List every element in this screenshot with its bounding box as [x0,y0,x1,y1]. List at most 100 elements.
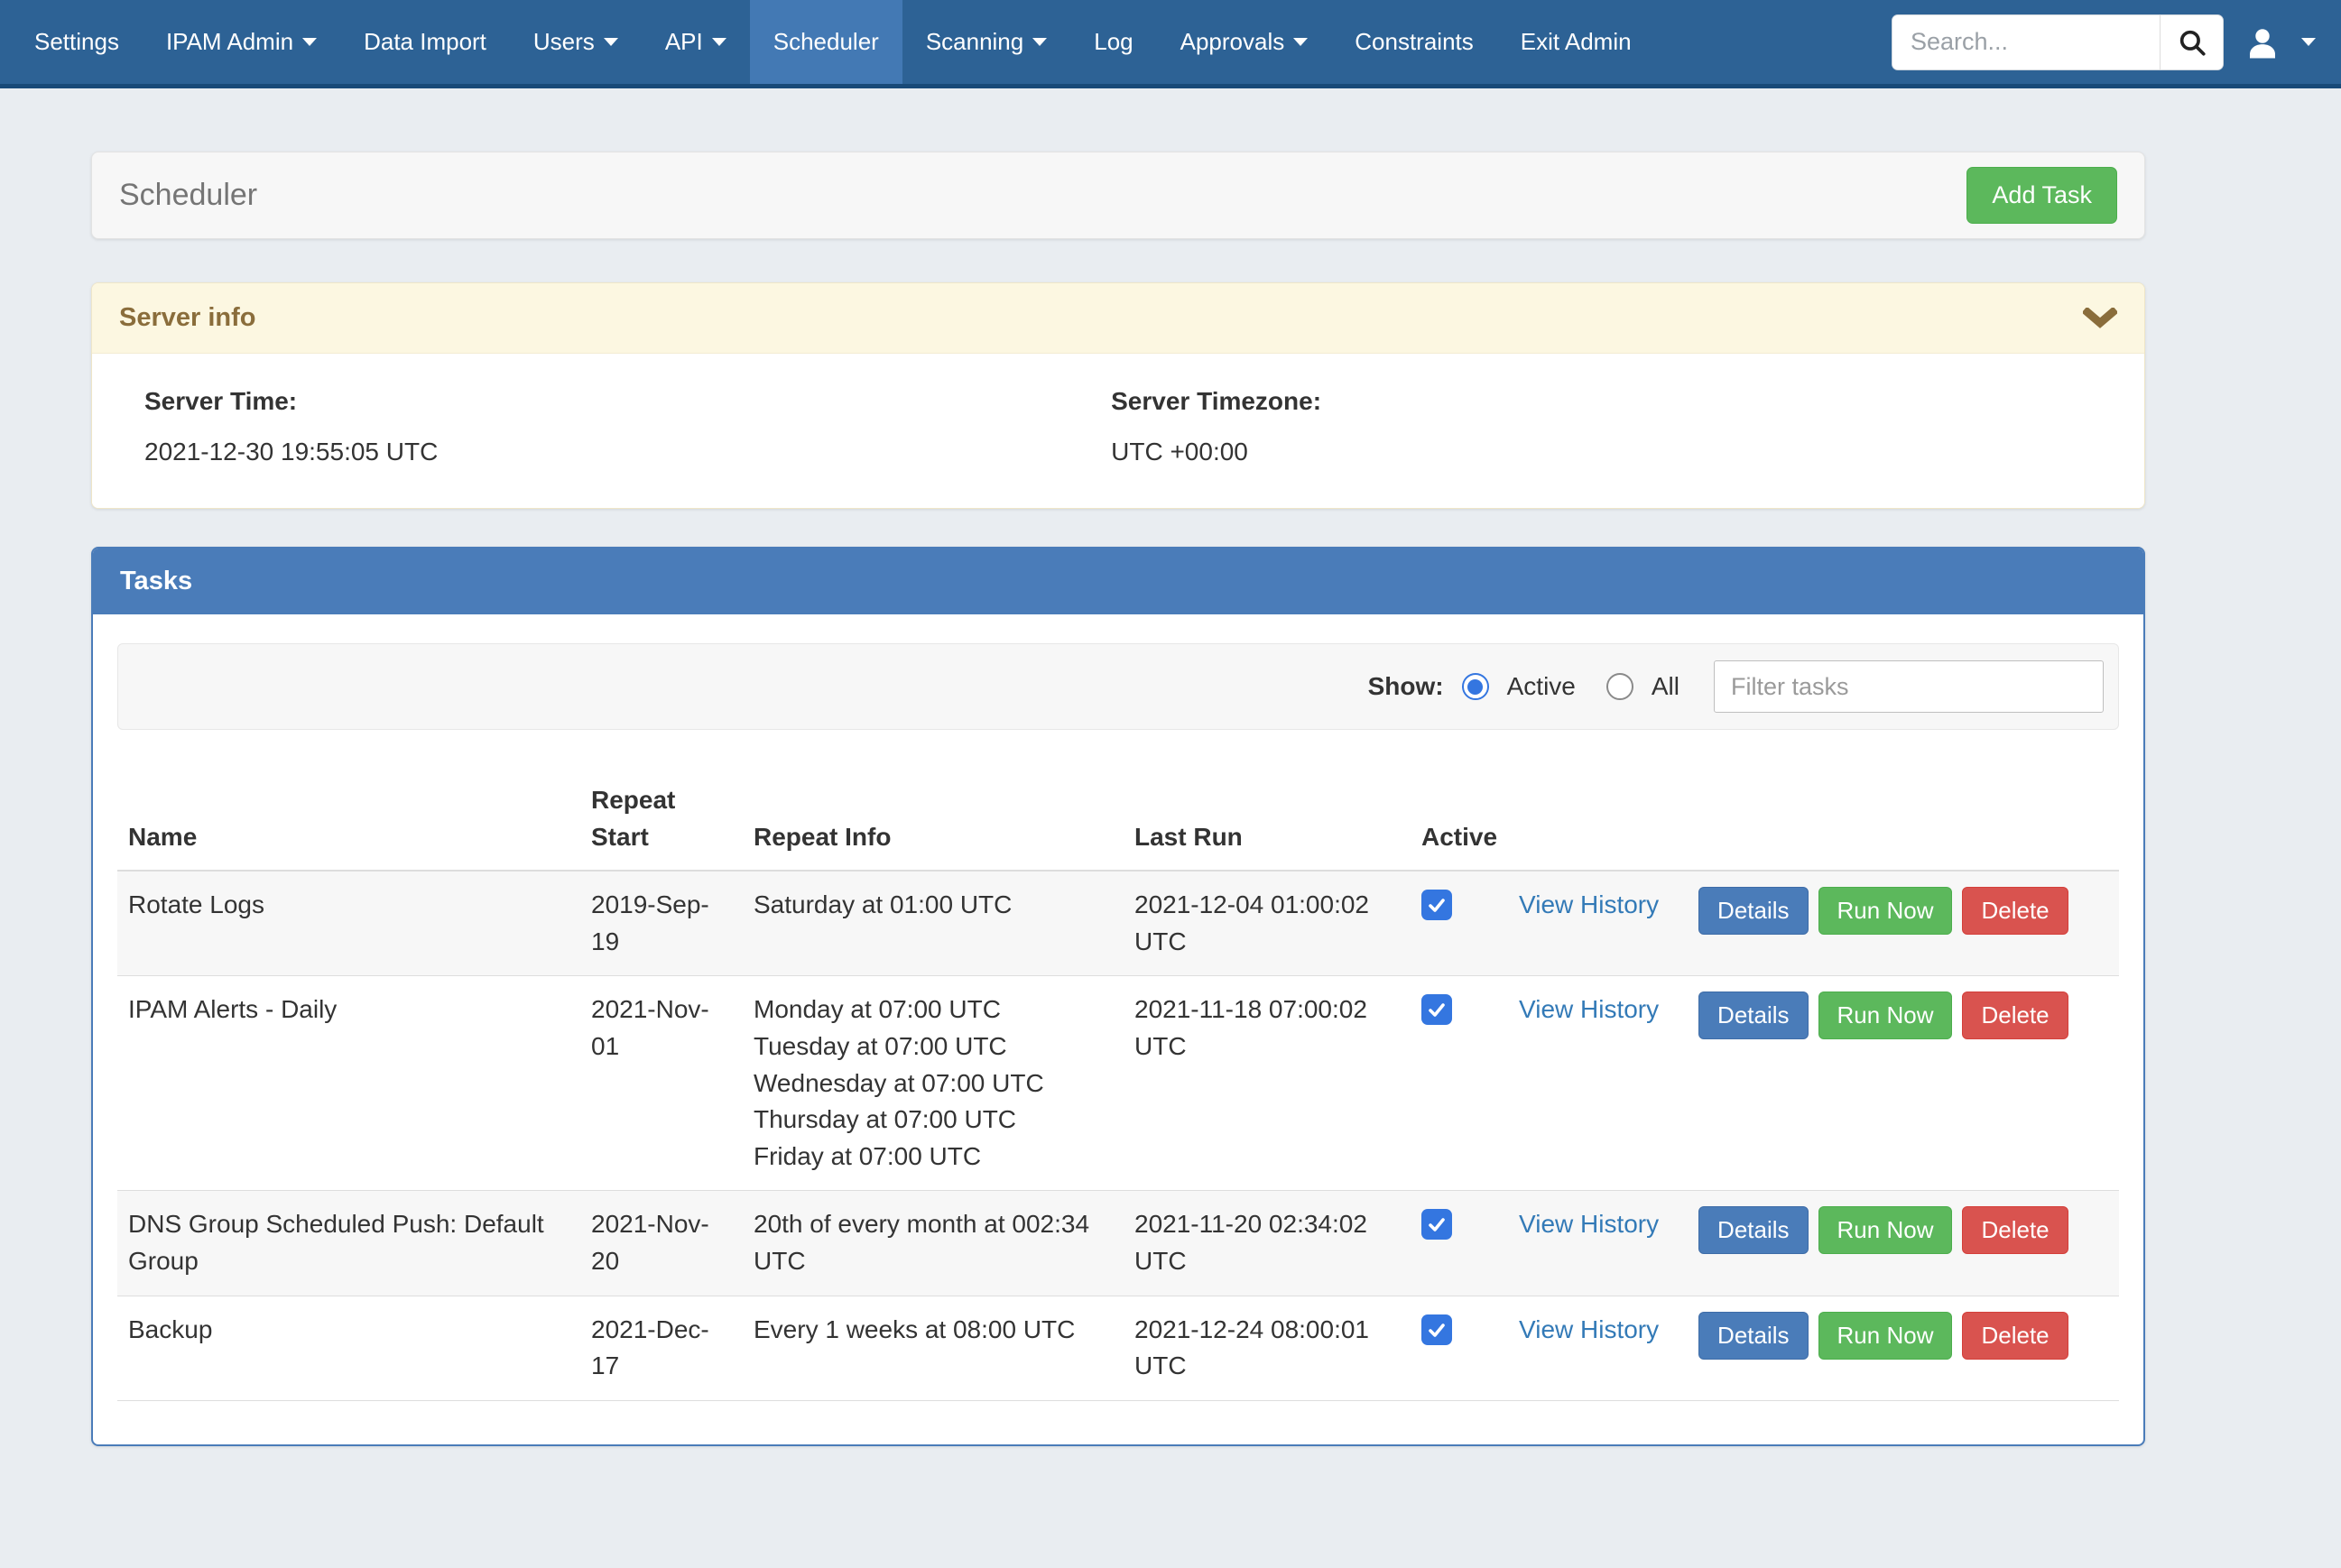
nav-item-exit-admin[interactable]: Exit Admin [1497,0,1655,84]
search-input[interactable] [1892,15,2160,69]
search-button[interactable] [2160,15,2223,69]
tasks-table-header-row: Name Repeat Start Repeat Info Last Run A… [117,773,2119,871]
nav-item-label: Data Import [364,28,486,56]
nav-item-label: Log [1094,28,1133,56]
chevron-down-icon [302,38,317,46]
col-header-last-run: Last Run [1124,773,1411,871]
task-active-cell [1411,871,1508,976]
nav-item-data-import[interactable]: Data Import [340,0,510,84]
run-now-button[interactable]: Run Now [1818,992,1953,1039]
task-row: Rotate Logs 2019-Sep-19 Saturday at 01:0… [117,871,2119,976]
nav-item-label: Exit Admin [1521,28,1632,56]
col-header-repeat-info: Repeat Info [743,773,1124,871]
col-header-name: Name [117,773,580,871]
show-label: Show: [1368,672,1444,701]
chevron-down-icon [712,38,726,46]
nav-menu: Settings IPAM Admin Data Import Users AP… [11,0,1655,84]
run-now-button[interactable]: Run Now [1818,887,1953,935]
delete-button[interactable]: Delete [1962,1206,2068,1254]
radio-all-label[interactable]: All [1652,672,1679,701]
task-active-cell [1411,1191,1508,1296]
nav-item-ipam-admin[interactable]: IPAM Admin [143,0,340,84]
task-repeat-info: Every 1 weeks at 08:00 UTC [743,1296,1124,1400]
server-info-header[interactable]: Server info [92,283,2144,354]
run-now-button[interactable]: Run Now [1818,1206,1953,1254]
view-history-link[interactable]: View History [1519,1315,1659,1343]
top-navbar: Settings IPAM Admin Data Import Users AP… [0,0,2341,88]
add-task-button[interactable]: Add Task [1966,167,2117,224]
nav-item-users[interactable]: Users [510,0,642,84]
tasks-panel-body: Show: Active All Name Repeat Sta [93,614,2143,1437]
col-header-history [1508,773,1688,871]
server-time-block: Server Time: 2021-12-30 19:55:05 UTC [144,387,1111,466]
task-name: Backup [117,1296,580,1400]
nav-item-label: Scanning [926,28,1023,56]
tasks-panel: Tasks Show: Active All [91,547,2145,1446]
radio-active-label[interactable]: Active [1507,672,1576,701]
chevron-down-icon [1032,38,1047,46]
radio-all[interactable] [1606,673,1633,700]
nav-item-label: Settings [34,28,119,56]
nav-item-label: API [665,28,703,56]
task-active-checkbox[interactable] [1421,1314,1452,1345]
delete-button[interactable]: Delete [1962,1312,2068,1360]
details-button[interactable]: Details [1698,992,1808,1039]
server-timezone-value: UTC +00:00 [1111,438,2077,466]
details-button[interactable]: Details [1698,1312,1808,1360]
task-repeat-start: 2021-Dec-17 [580,1296,743,1400]
task-history-cell: View History [1508,871,1688,976]
task-active-checkbox[interactable] [1421,890,1452,920]
task-active-checkbox[interactable] [1421,994,1452,1025]
nav-item-label: Constraints [1355,28,1474,56]
task-actions-cell: Details Run Now Delete [1688,976,2119,1191]
server-timezone-block: Server Timezone: UTC +00:00 [1111,387,2077,466]
task-row: Backup 2021-Dec-17 Every 1 weeks at 08:0… [117,1296,2119,1400]
user-caret-icon [2301,38,2316,46]
details-button[interactable]: Details [1698,1206,1808,1254]
task-name: IPAM Alerts - Daily [117,976,580,1191]
task-active-checkbox[interactable] [1421,1209,1452,1240]
col-header-repeat-start: Repeat Start [580,773,743,871]
delete-button[interactable]: Delete [1962,992,2068,1039]
details-button[interactable]: Details [1698,887,1808,935]
task-actions-cell: Details Run Now Delete [1688,1296,2119,1400]
task-repeat-start: 2021-Nov-20 [580,1191,743,1296]
page-title: Scheduler [119,178,257,213]
radio-active[interactable] [1462,673,1489,700]
task-last-run: 2021-11-18 07:00:02 UTC [1124,976,1411,1191]
nav-item-api[interactable]: API [642,0,750,84]
col-header-actions [1688,773,2119,871]
task-row: IPAM Alerts - Daily 2021-Nov-01 Monday a… [117,976,2119,1191]
view-history-link[interactable]: View History [1519,890,1659,918]
server-info-title: Server info [119,303,256,333]
tasks-panel-title: Tasks [93,549,2143,614]
navbar-right [1892,0,2341,84]
user-menu[interactable] [2244,23,2316,61]
nav-item-scheduler[interactable]: Scheduler [750,0,902,84]
delete-button[interactable]: Delete [1962,887,2068,935]
server-time-value: 2021-12-30 19:55:05 UTC [144,438,1111,466]
task-actions-cell: Details Run Now Delete [1688,1191,2119,1296]
view-history-link[interactable]: View History [1519,995,1659,1023]
task-repeat-start: 2021-Nov-01 [580,976,743,1191]
collapse-chevron-icon[interactable] [2083,308,2117,329]
task-active-cell [1411,976,1508,1191]
task-last-run: 2021-12-24 08:00:01 UTC [1124,1296,1411,1400]
nav-item-scanning[interactable]: Scanning [902,0,1070,84]
task-active-cell [1411,1296,1508,1400]
task-last-run: 2021-12-04 01:00:02 UTC [1124,871,1411,976]
nav-item-constraints[interactable]: Constraints [1331,0,1497,84]
filter-tasks-input[interactable] [1714,660,2104,713]
task-history-cell: View History [1508,1191,1688,1296]
user-icon [2244,23,2281,61]
nav-item-log[interactable]: Log [1070,0,1156,84]
task-repeat-info: 20th of every month at 002:34 UTC [743,1191,1124,1296]
nav-item-settings[interactable]: Settings [11,0,143,84]
run-now-button[interactable]: Run Now [1818,1312,1953,1360]
col-header-active: Active [1411,773,1508,871]
nav-item-approvals[interactable]: Approvals [1157,0,1332,84]
view-history-link[interactable]: View History [1519,1210,1659,1238]
chevron-down-icon [604,38,618,46]
task-repeat-info: Monday at 07:00 UTCTuesday at 07:00 UTCW… [743,976,1124,1191]
nav-item-label: IPAM Admin [166,28,293,56]
